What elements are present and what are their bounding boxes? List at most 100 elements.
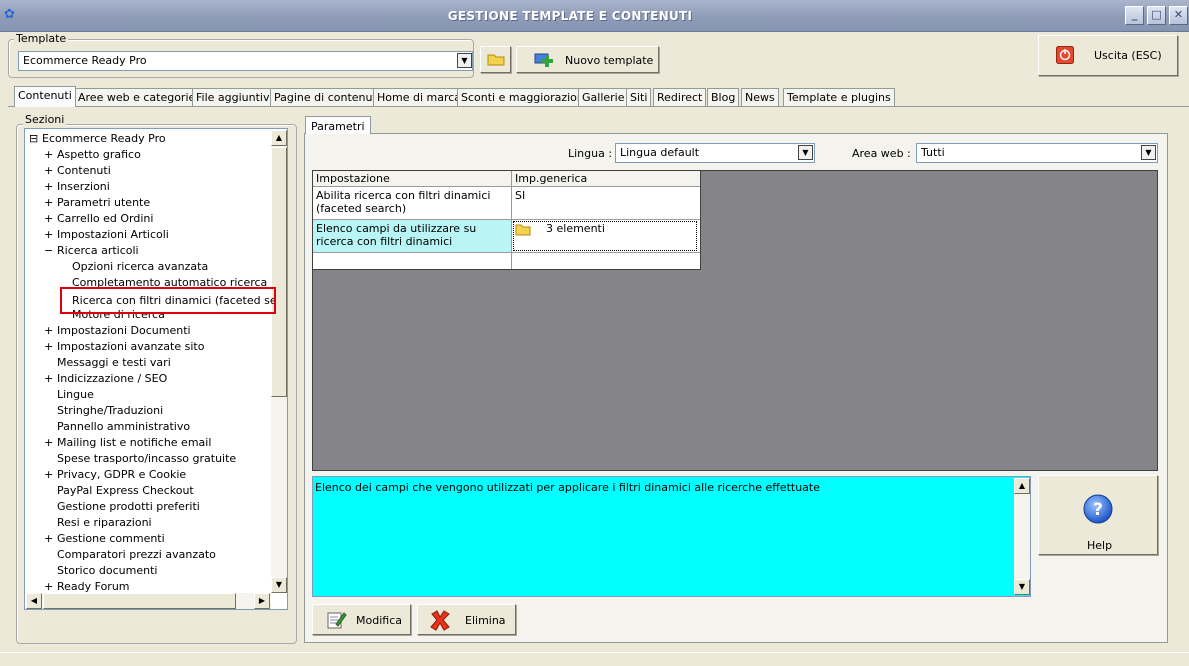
tab-gallerie[interactable]: Gallerie (578, 88, 629, 106)
new-template-button[interactable]: Nuovo template (516, 46, 659, 73)
tree-item[interactable]: + Inserzioni (44, 179, 110, 195)
chevron-down-icon[interactable]: ▼ (457, 53, 472, 68)
tab-news[interactable]: News (741, 88, 779, 106)
tree-item[interactable]: Messaggi e testi vari (44, 355, 171, 371)
tree-item[interactable]: + Carrello ed Ordini (44, 211, 153, 227)
tab-strip-line (8, 106, 1189, 107)
tab-pagine-contenuti[interactable]: Pagine di contenuti (270, 88, 384, 106)
exit-label: Uscita (ESC) (1094, 49, 1162, 62)
col-header-impostazione[interactable]: Impostazione (313, 171, 512, 187)
grid-cell-empty[interactable] (313, 253, 512, 269)
description-text: Elenco dei campi che vengono utilizzati … (315, 481, 820, 494)
chevron-down-icon[interactable]: ▼ (798, 145, 813, 160)
grid-cell-setting[interactable]: Abilita ricerca con filtri dinamici (fac… (313, 187, 512, 220)
tree-vscroll-thumb[interactable] (271, 147, 287, 397)
elimina-button[interactable]: Elimina (417, 604, 516, 635)
tab-sconti[interactable]: Sconti e maggiorazioni (457, 88, 591, 106)
lingua-select[interactable]: Lingua default (615, 143, 815, 163)
tree-item[interactable]: + Mailing list e notifiche email (44, 435, 211, 451)
expand-icon[interactable]: + (44, 147, 53, 163)
tree-item[interactable]: + Impostazioni avanzate sito (44, 339, 204, 355)
tree-item[interactable]: ⊟ Ecommerce Ready Pro (29, 131, 166, 147)
scroll-down-icon[interactable]: ▼ (271, 577, 287, 593)
tree-item[interactable]: + Parametri utente (44, 195, 150, 211)
tree-item[interactable]: Stringhe/Traduzioni (44, 403, 163, 419)
tree-item[interactable]: + Privacy, GDPR e Cookie (44, 467, 186, 483)
sections-tree[interactable]: ⊟ Ecommerce Ready Pro + Aspetto grafico + Con… (24, 128, 288, 610)
expand-icon[interactable]: + (44, 211, 53, 227)
close-button[interactable]: ✕ (1169, 6, 1188, 25)
tree-item[interactable]: Spese trasporto/incasso gratuite (44, 451, 236, 467)
scroll-up-icon[interactable]: ▲ (1014, 478, 1030, 494)
scroll-right-icon[interactable]: ▶ (254, 593, 270, 609)
expand-icon[interactable]: + (44, 467, 53, 483)
expand-icon[interactable]: + (44, 163, 53, 179)
tree-item[interactable]: Lingue (44, 387, 94, 403)
tree-item-label: Comparatori prezzi avanzato (57, 548, 216, 561)
scroll-up-icon[interactable]: ▲ (271, 130, 287, 146)
tab-file-aggiuntivi[interactable]: File aggiuntivi (192, 88, 277, 106)
tree-item[interactable]: + Impostazioni Documenti (44, 323, 191, 339)
expand-icon[interactable]: + (44, 435, 53, 451)
tree-item[interactable]: + Aspetto grafico (44, 147, 141, 163)
tree-item-label: Storico documenti (57, 564, 158, 577)
description-box[interactable]: Elenco dei campi che vengono utilizzati … (312, 476, 1031, 597)
tree-item[interactable]: + Impostazioni Articoli (44, 227, 169, 243)
minimize-button[interactable]: _ (1125, 6, 1144, 25)
scroll-down-icon[interactable]: ▼ (1014, 579, 1030, 595)
modifica-button[interactable]: Modifica (312, 604, 411, 635)
grid-cell-value[interactable]: SI (512, 187, 700, 220)
maximize-button[interactable]: □ (1147, 6, 1166, 25)
tree-hscroll-thumb[interactable] (43, 593, 236, 609)
tab-home-marca[interactable]: Home di marca (373, 88, 466, 106)
tree-item[interactable]: − Ricerca articoli (44, 243, 139, 259)
expand-icon[interactable]: + (44, 227, 53, 243)
tab-siti[interactable]: Siti (626, 88, 652, 106)
grid-cell-value-selected[interactable]: 3 elementi (512, 220, 700, 253)
tree-item-label: Privacy, GDPR e Cookie (57, 468, 187, 481)
title-bar[interactable]: ✿ GESTIONE TEMPLATE E CONTENUTI _ □ ✕ (0, 0, 1189, 32)
tree-item-label: Aspetto grafico (57, 148, 141, 161)
description-vscroll[interactable] (1014, 478, 1030, 595)
help-button[interactable]: ? Help (1038, 475, 1158, 555)
tree-item[interactable]: + Gestione commenti (44, 531, 165, 547)
chevron-down-icon[interactable]: ▼ (1141, 145, 1156, 160)
tree-item[interactable]: Gestione prodotti preferiti (44, 499, 200, 515)
template-group-label: Template (14, 32, 69, 45)
col-header-imp-generica[interactable]: Imp.generica (512, 171, 700, 187)
exit-button[interactable]: Uscita (ESC) (1038, 35, 1178, 76)
scroll-left-icon[interactable]: ◀ (26, 593, 42, 609)
window-title: GESTIONE TEMPLATE E CONTENUTI (447, 9, 693, 23)
template-select[interactable]: Ecommerce Ready Pro (18, 51, 473, 71)
expand-icon[interactable]: + (44, 339, 53, 355)
tree-item-selected[interactable]: Ricerca con filtri dinamici (faceted sea… (60, 287, 276, 314)
open-folder-button[interactable] (480, 46, 511, 73)
expand-icon[interactable]: + (44, 179, 53, 195)
tree-item[interactable]: + Contenuti (44, 163, 111, 179)
grid-cell-empty[interactable] (512, 253, 700, 269)
area-web-select[interactable]: Tutti (916, 143, 1158, 163)
expand-icon[interactable]: + (44, 531, 53, 547)
tree-item-label: Spese trasporto/incasso gratuite (57, 452, 237, 465)
tree-item[interactable]: Opzioni ricerca avanzata (72, 259, 208, 275)
tab-parametri[interactable]: Parametri (305, 116, 371, 134)
tab-template-plugins[interactable]: Template e plugins (783, 88, 895, 106)
expand-icon[interactable]: + (44, 195, 53, 211)
new-template-icon (534, 53, 553, 67)
tree-item[interactable]: Storico documenti (44, 563, 157, 579)
expand-icon[interactable]: + (44, 371, 53, 387)
collapse-icon[interactable]: − (44, 243, 53, 259)
tab-contenuti[interactable]: Contenuti (14, 86, 76, 107)
tree-item[interactable]: Comparatori prezzi avanzato (44, 547, 216, 563)
tree-item[interactable]: PayPal Express Checkout (44, 483, 194, 499)
tree-item[interactable]: + Indicizzazione / SEO (44, 371, 167, 387)
collapse-icon[interactable]: ⊟ (29, 131, 38, 147)
grid-cell-setting-selected[interactable]: Elenco campi da utilizzare su ricerca co… (313, 220, 512, 253)
tree-item[interactable]: Resi e riparazioni (44, 515, 152, 531)
expand-icon[interactable]: + (44, 323, 53, 339)
tree-item[interactable]: Pannello amministrativo (44, 419, 190, 435)
edit-icon (327, 612, 347, 629)
tab-aree-web[interactable]: Aree web e categorie (74, 88, 200, 106)
tab-redirect[interactable]: Redirect (653, 88, 707, 106)
tab-blog[interactable]: Blog (707, 88, 740, 106)
